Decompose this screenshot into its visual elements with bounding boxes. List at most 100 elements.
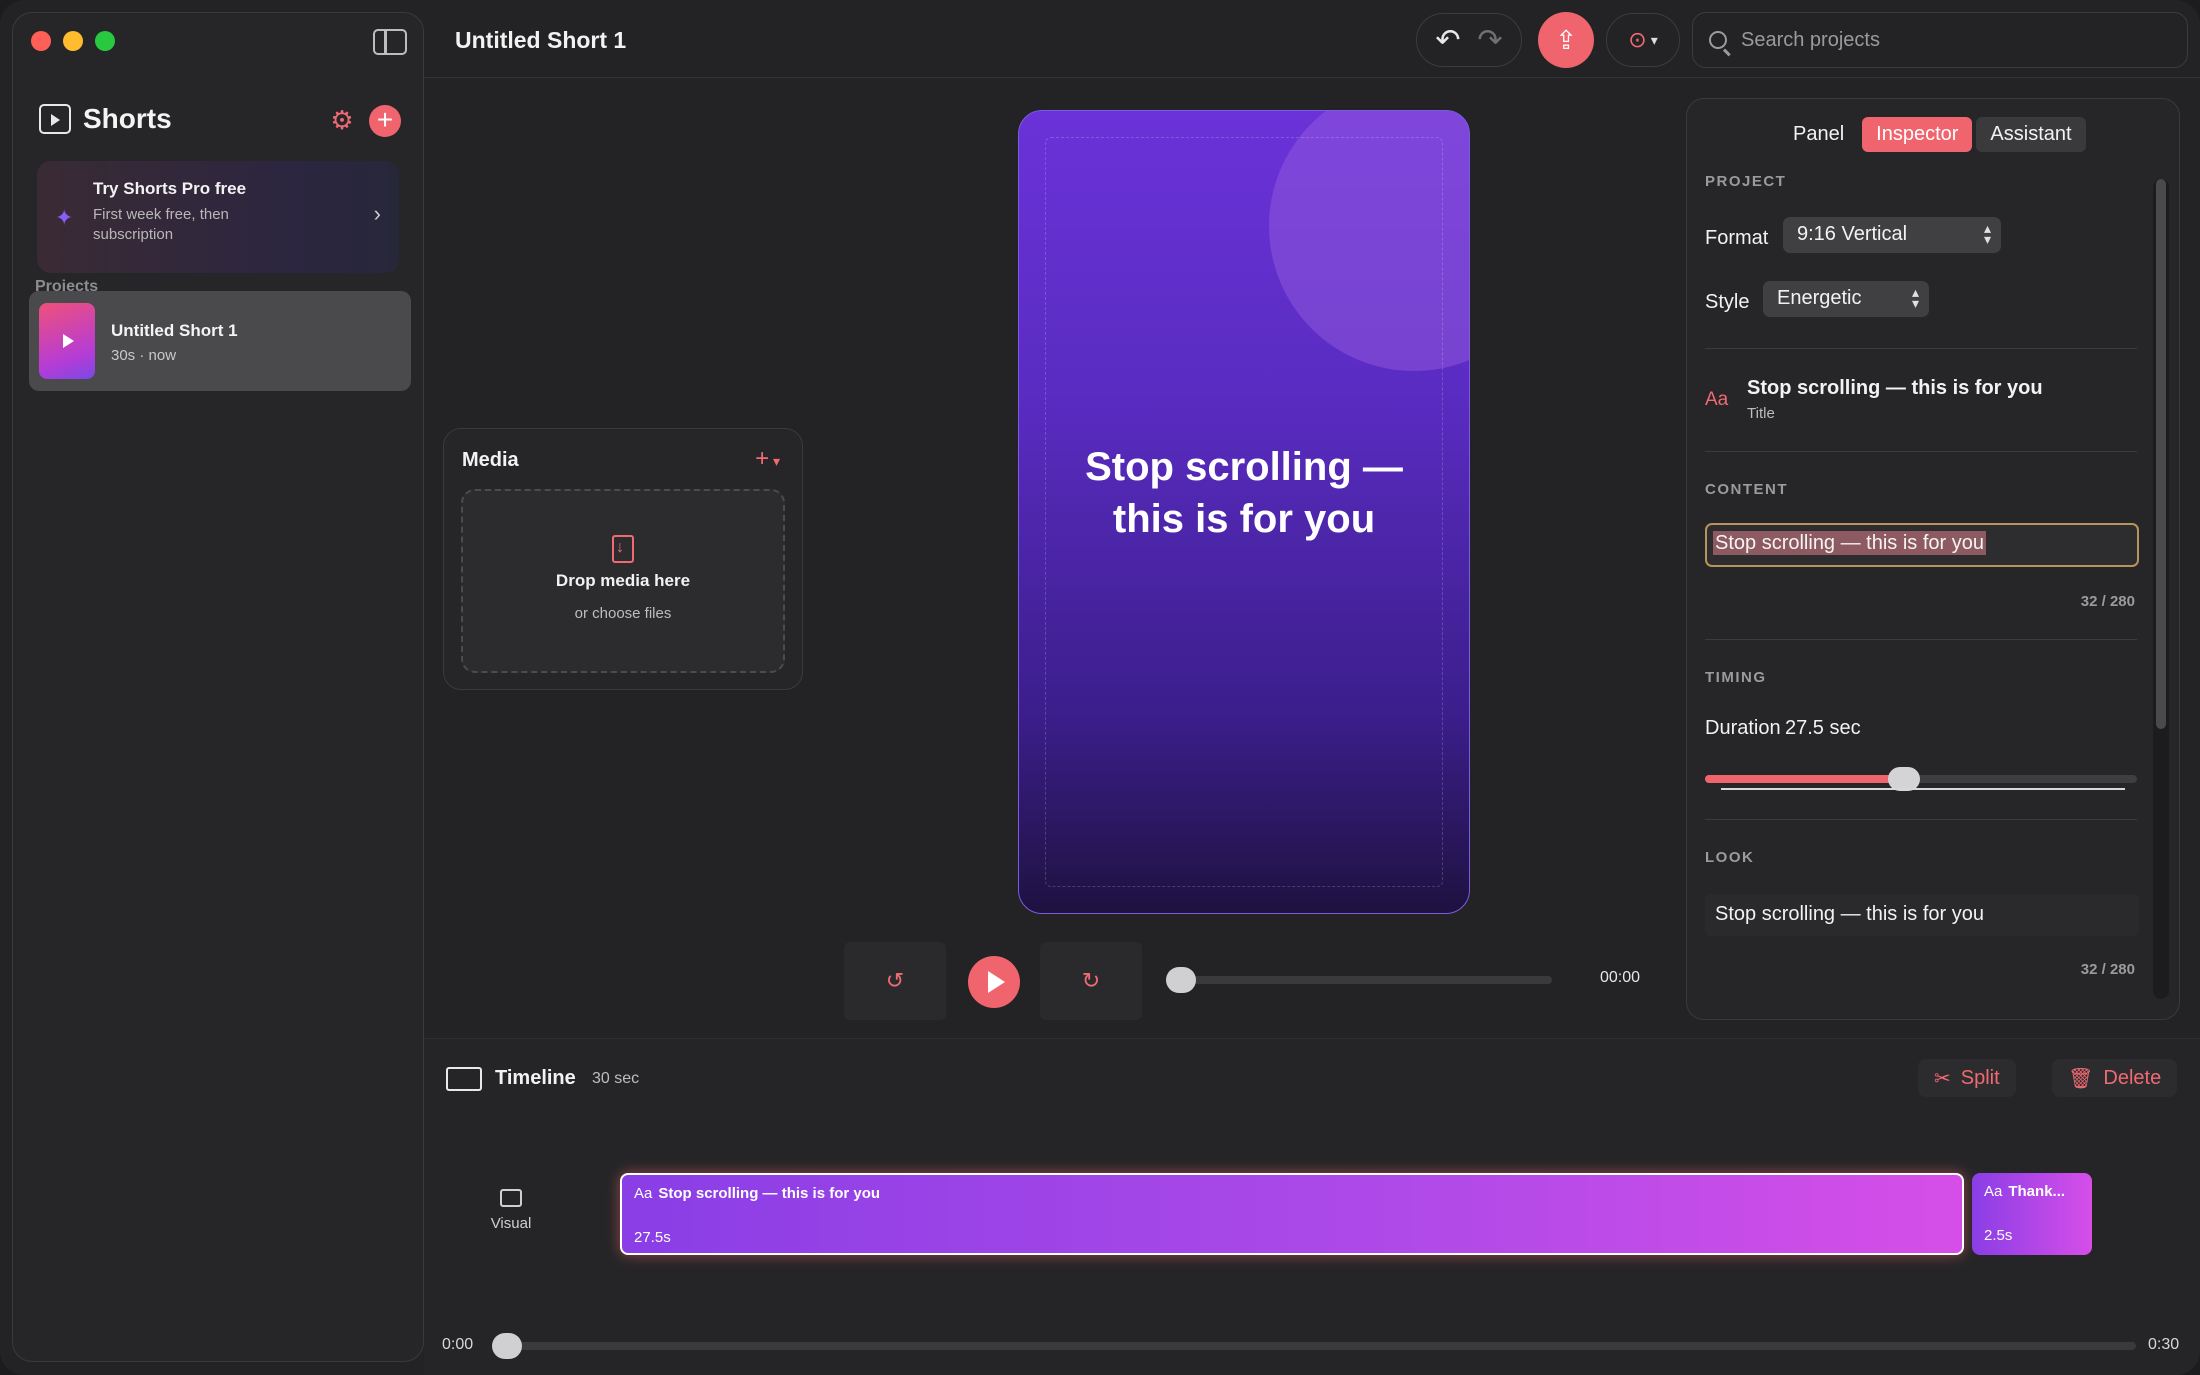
selected-item-type: Title [1747, 405, 1775, 422]
inspector-scrollbar[interactable] [2153, 179, 2169, 999]
playback-scrubber[interactable] [1166, 976, 1552, 984]
divider [1705, 639, 2137, 640]
chevron-right-icon: › [373, 201, 381, 226]
undo-redo-group: ↶ ↷ [1416, 13, 1522, 67]
tab-assistant[interactable]: Assistant [1976, 117, 2086, 152]
timeline-film-icon [446, 1067, 482, 1091]
add-media-button[interactable]: + ▾ [755, 445, 780, 473]
forward-10-icon: ↻ [1081, 968, 1101, 993]
sparkle-icon: ✦ [55, 205, 74, 230]
playback-time: 00:00 [1600, 969, 1641, 986]
document-title: Untitled Short 1 [455, 27, 627, 53]
clip-title-text: Thank... [2008, 1183, 2066, 1200]
scrollbar-thumb[interactable] [2156, 179, 2166, 729]
rewind-10-button[interactable]: ↺ [844, 942, 946, 1020]
text-type-icon: Aa [1705, 389, 1729, 410]
timeline-title: Timeline [495, 1067, 576, 1089]
close-window-button[interactable] [31, 31, 51, 51]
sidebar-toggle-icon[interactable] [373, 29, 407, 55]
minimize-window-button[interactable] [63, 31, 83, 51]
format-value: 9:16 Vertical [1797, 223, 1908, 245]
search-field[interactable] [1692, 12, 2188, 68]
timeline-scrubber[interactable] [496, 1342, 2136, 1350]
project-name: Untitled Short 1 [111, 321, 238, 340]
play-button[interactable] [968, 956, 1020, 1008]
timeline-scrubber-knob[interactable] [492, 1333, 522, 1359]
shorts-logo-icon [39, 104, 71, 134]
settings-gear-icon[interactable]: ⚙ [329, 107, 355, 133]
file-download-icon [612, 535, 634, 563]
new-project-button[interactable]: + [369, 105, 401, 137]
duration-slider[interactable] [1705, 775, 2137, 783]
video-preview[interactable]: Stop scrolling — this is for you [1018, 110, 1470, 914]
text-type-icon: Aa [634, 1185, 653, 1202]
divider [1705, 819, 2137, 820]
timeline-clip[interactable]: Aa Thank... 2.5s [1972, 1173, 2092, 1255]
chevron-down-icon: ▾ [1650, 31, 1658, 48]
look-char-count: 32 / 280 [2080, 961, 2135, 978]
clip-title: Aa Thank... [1984, 1183, 2065, 1200]
forward-10-button[interactable]: ↻ [1040, 942, 1142, 1020]
style-select[interactable]: Energetic ▴ ▾ [1763, 281, 1929, 317]
split-label: Split [1960, 1066, 2000, 1089]
track-label: Visual [490, 1215, 532, 1232]
duration-slider-fill [1705, 775, 1904, 783]
media-title: Media [462, 449, 519, 471]
updown-chevron-icon: ▴ ▾ [1911, 284, 1919, 311]
app-title: Shorts [83, 103, 172, 134]
look-text-field[interactable]: Stop scrolling — this is for you [1705, 894, 2139, 936]
share-button[interactable]: ⇪ [1538, 12, 1594, 68]
more-options-button[interactable]: ⊙ ▾ [1606, 13, 1680, 67]
search-icon [1709, 31, 1727, 49]
search-input[interactable] [1741, 28, 2161, 52]
delete-button[interactable]: 🗑 Delete [2052, 1059, 2178, 1097]
undo-icon[interactable]: ↶ [1435, 23, 1460, 58]
content-char-count: 32 / 280 [2080, 593, 2135, 610]
duration-value: 27.5 sec [1785, 717, 1861, 739]
project-thumbnail [39, 303, 95, 379]
content-text-selection: Stop scrolling — this is for you [1713, 531, 1986, 555]
look-section-label: LOOK [1705, 849, 1755, 866]
scissors-icon: ✂ [1934, 1067, 1951, 1090]
style-value: Energetic [1777, 287, 1862, 309]
trash-icon: 🗑 [2068, 1067, 2094, 1090]
sidebar: Shorts ⚙ + ✦ Try Shorts Pro free First w… [12, 12, 424, 1362]
panel-tabs: Panel Inspector Assistant [1779, 117, 2086, 152]
chevron-down-icon: ▾ [769, 453, 780, 469]
style-label: Style [1705, 291, 1750, 313]
inspector-panel: Panel Inspector Assistant PROJECT Format… [1686, 98, 2180, 1020]
format-select[interactable]: 9:16 Vertical ▴ ▾ [1783, 217, 2001, 253]
redo-icon[interactable]: ↷ [1477, 23, 1502, 58]
tab-panel[interactable]: Panel [1779, 117, 1858, 152]
film-icon [500, 1189, 522, 1207]
format-label: Format [1705, 227, 1769, 249]
slider-underline [1721, 788, 2125, 790]
content-text-field[interactable]: Stop scrolling — this is for you [1705, 523, 2139, 567]
rewind-10-icon: ↺ [885, 968, 905, 993]
duration-label: Duration [1705, 717, 1781, 739]
tab-inspector[interactable]: Inspector [1862, 117, 1973, 152]
playback-scrubber-knob[interactable] [1166, 967, 1196, 993]
app-window: Shorts ⚙ + ✦ Try Shorts Pro free First w… [0, 0, 2200, 1375]
choose-files-link[interactable]: or choose files [463, 605, 783, 622]
media-drop-zone[interactable]: Drop media here or choose files [461, 489, 785, 673]
timeline-start-time: 0:00 [442, 1336, 474, 1353]
timeline-clip[interactable]: Aa Stop scrolling — this is for you 27.5s [620, 1173, 1964, 1255]
pro-promo-card[interactable]: ✦ Try Shorts Pro free First week free, t… [37, 161, 399, 273]
promo-subtitle: First week free, then subscription [93, 206, 229, 243]
zoom-window-button[interactable] [95, 31, 115, 51]
split-button[interactable]: ✂ Split [1918, 1059, 2016, 1097]
project-meta: 30s · now [111, 347, 177, 364]
promo-title: Try Shorts Pro free [93, 179, 247, 198]
divider [1705, 348, 2137, 349]
visual-track-label: Visual [486, 1189, 536, 1232]
timeline-duration: 30 sec [592, 1070, 640, 1087]
preview-title-text: Stop scrolling — this is for you [1085, 445, 1403, 541]
project-section-label: PROJECT [1705, 173, 1787, 190]
timeline-end-time: 0:30 [2148, 1336, 2180, 1353]
media-panel: Media + ▾ Drop media here or choose file… [443, 428, 803, 690]
clip-title-text: Stop scrolling — this is for you [658, 1185, 881, 1202]
toolbar: Untitled Short 1 ↶ ↷ ⇪ ⊙ ▾ [424, 0, 2200, 78]
project-list-item[interactable]: Untitled Short 1 30s · now [29, 291, 411, 391]
app-header: Shorts [39, 103, 172, 135]
